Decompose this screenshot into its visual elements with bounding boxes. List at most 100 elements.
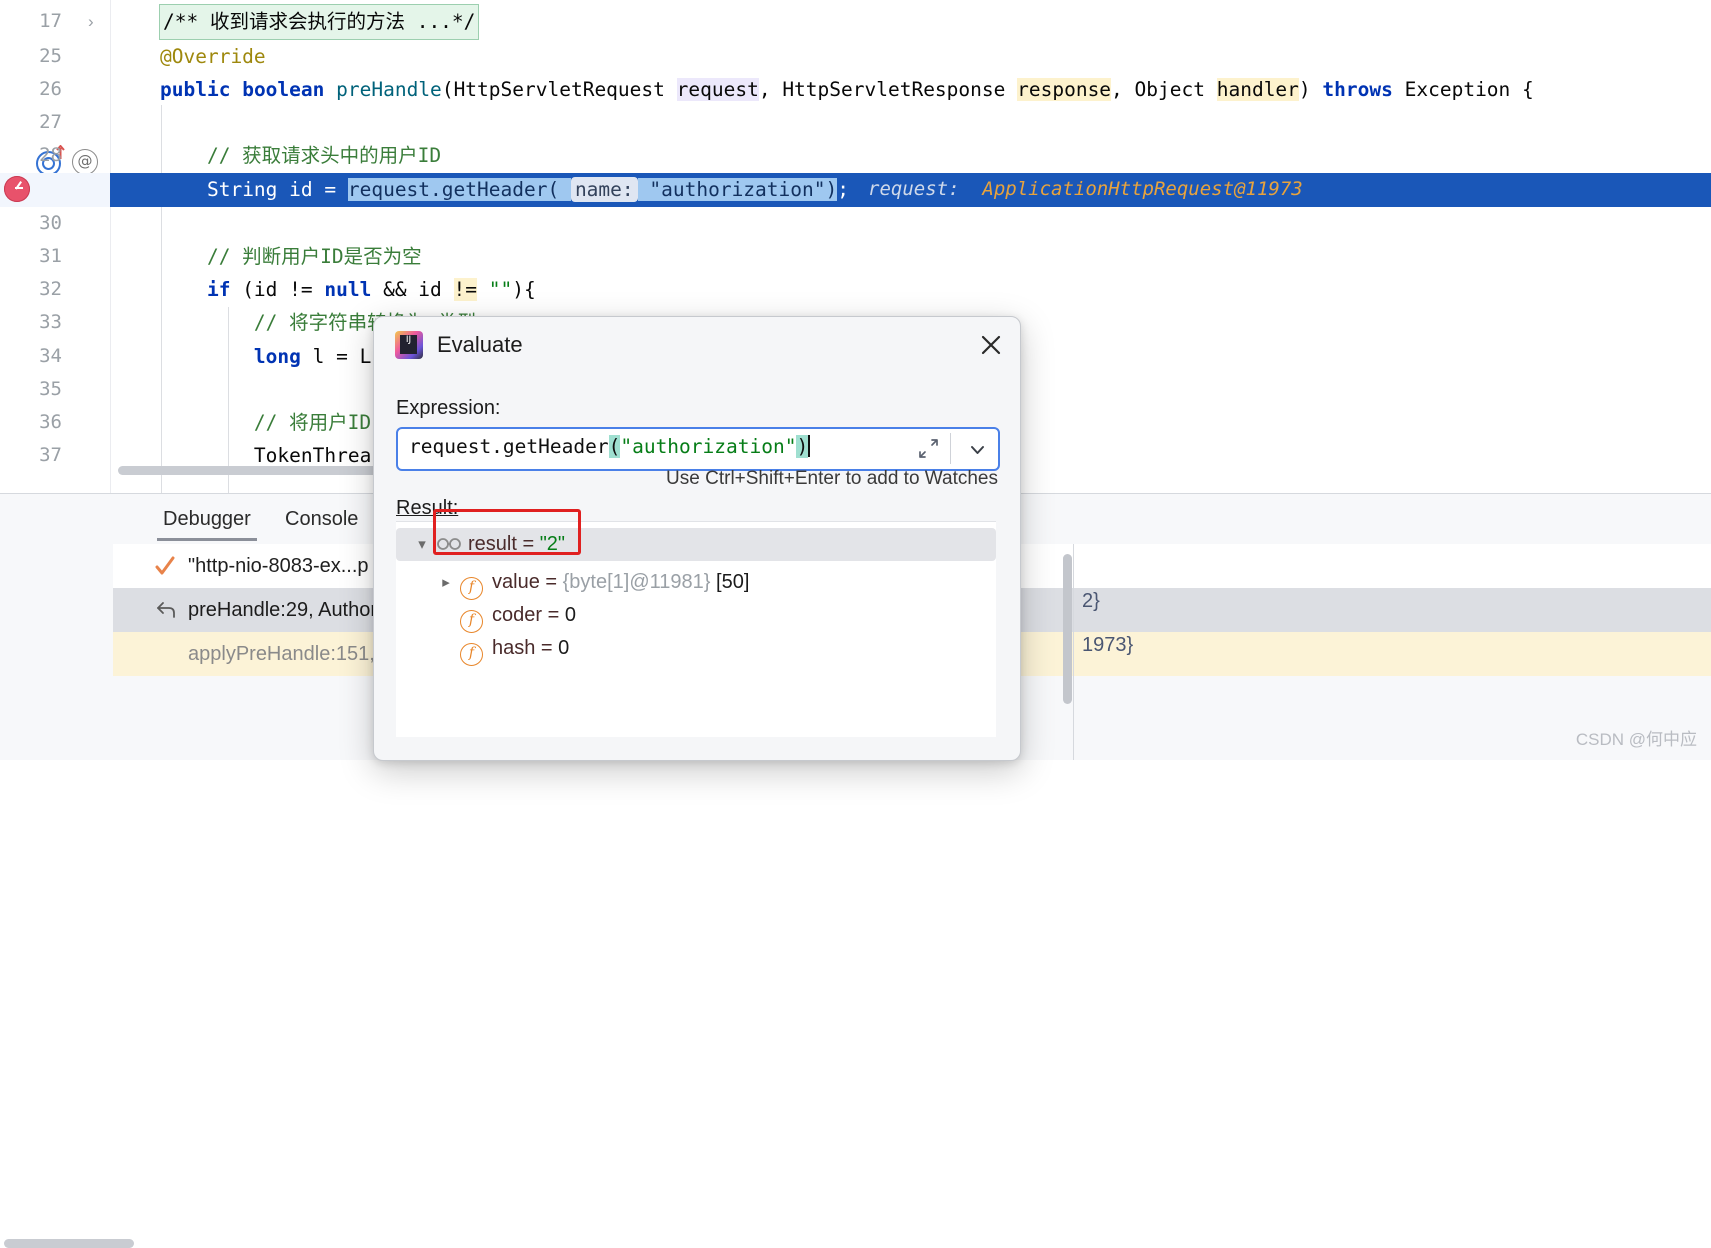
tree-node-coder[interactable]: f coder = 0 [396, 599, 996, 633]
tree-node-result[interactable]: ▾ result = "2" [396, 528, 996, 561]
stack-frame-label: applyPreHandle:151, H [188, 643, 395, 665]
glasses-icon [436, 528, 462, 561]
back-arrow-icon [157, 602, 175, 618]
expression-input[interactable]: request.getHeader("authorization") [396, 427, 1000, 471]
editor-line-28[interactable]: 28 // 获取请求头中的用户ID [0, 139, 1711, 173]
result-label: Result: [396, 497, 458, 520]
editor-line-29-executing[interactable]: String id = request.getHeader( name: "au… [0, 173, 1711, 207]
javadoc-folded-text[interactable]: /** 收到请求会执行的方法 ...*/ [158, 4, 480, 40]
expr-open-paren: ( [608, 435, 621, 458]
param-name-1: request [676, 78, 759, 101]
result-tree[interactable]: ▾ result = "2" ▸ f value = {byte[1]@1198… [396, 521, 996, 737]
line-number: 17 [39, 10, 62, 32]
line-number: 35 [39, 378, 62, 400]
line-number: 32 [39, 278, 62, 300]
intellij-logo-icon: IJ [395, 331, 423, 359]
exec-line-code[interactable]: String id = request.getHeader( name: "au… [160, 173, 849, 207]
field-icon: f [460, 566, 483, 600]
editor-line-30[interactable]: 30 [0, 207, 1711, 241]
expression-text[interactable]: request.getHeader("authorization") [409, 429, 811, 465]
line-number: 34 [39, 345, 62, 367]
param-name-3: handler [1216, 78, 1299, 101]
variable-value-fragment: 2} [1082, 590, 1100, 612]
if-statement: if (id != null && id != ""){ [206, 278, 536, 301]
chevron-expanded-icon[interactable]: ▾ [412, 528, 432, 561]
comment-text: // 将用户ID [160, 411, 372, 434]
fold-chevron-icon[interactable]: › [88, 5, 94, 39]
breakpoint-icon[interactable] [4, 176, 30, 202]
logo-text: IJ [400, 335, 417, 354]
param-name-2: response [1017, 78, 1112, 101]
frames-vertical-scrollbar[interactable] [1063, 554, 1072, 704]
debugger-horizontal-scrollbar[interactable] [4, 1239, 134, 1248]
comment-text: // 判断用户ID是否为空 [160, 245, 422, 268]
node-value: 0 [558, 637, 570, 659]
param-sep-1: , [758, 78, 783, 101]
chevron-collapsed-icon[interactable]: ▸ [436, 566, 456, 599]
evaluate-dialog[interactable]: IJ Evaluate Expression: request.getHeade… [373, 316, 1021, 761]
tab-debugger[interactable]: Debugger [149, 494, 265, 544]
node-value: 0 [564, 604, 576, 626]
watches-hint: Use Ctrl+Shift+Enter to add to Watches [666, 468, 998, 489]
panel-splitter[interactable] [1073, 544, 1074, 760]
exec-selected-call[interactable]: request.getHeader( [347, 178, 560, 201]
watermark: CSDN @何中应 [1575, 730, 1697, 749]
field-icon: f [460, 632, 483, 666]
close-icon[interactable] [974, 328, 1008, 362]
annotation-text: @Override [160, 45, 266, 68]
inline-debug-value[interactable]: request: ApplicationHttpRequest@11973 [868, 173, 1303, 207]
param-type-3: Object [1134, 78, 1205, 101]
inline-value-object: ApplicationHttpRequest@11973 [982, 178, 1303, 200]
param-hint-chip: name: [570, 177, 638, 202]
line-number: 26 [39, 78, 62, 100]
node-value: {byte[1]@11981} [562, 571, 711, 593]
node-suffix: [50] [710, 571, 750, 593]
stack-frame-label: preHandle:29, Authori [188, 599, 382, 621]
node-name: result [468, 533, 517, 555]
editor-line-17[interactable]: 17 › /** 收到请求会执行的方法 ...*/ [0, 4, 1711, 40]
line-number: 27 [39, 111, 62, 133]
tree-node-text: value = {byte[1]@11981} [50] [492, 566, 749, 599]
param-type-2: HttpServletResponse [782, 78, 1006, 101]
dialog-titlebar[interactable]: IJ Evaluate [374, 317, 1020, 372]
paren-open: ( [441, 78, 454, 101]
editor-line-31[interactable]: 31 // 判断用户ID是否为空 [0, 240, 1711, 274]
field-icon: f [460, 599, 483, 633]
tree-node-text: coder = 0 [492, 599, 576, 632]
editor-line-32[interactable]: 32 if (id != null && id != ""){ [0, 273, 1711, 307]
editor-line-27[interactable]: 27 [0, 106, 1711, 140]
chevron-down-icon[interactable] [965, 437, 990, 462]
param-type-1: HttpServletRequest [453, 78, 665, 101]
node-eq: = [535, 637, 559, 659]
editor-line-26[interactable]: 26 @ public boolean preHandle(HttpServle… [0, 73, 1711, 176]
editor-line-25[interactable]: 25 @Override [0, 40, 1711, 74]
result-label-text: Result: [396, 497, 459, 519]
exec-decl: String id = [206, 178, 348, 201]
expression-label: Expression: [396, 397, 501, 419]
node-name: coder [492, 604, 543, 626]
tree-node-value[interactable]: ▸ f value = {byte[1]@11981} [50] [396, 566, 996, 600]
dialog-title: Evaluate [437, 332, 523, 357]
kw-throws: throws [1322, 78, 1393, 101]
thread-label: "http-nio-8083-ex...p [188, 555, 369, 577]
node-value: "2" [539, 533, 566, 555]
debugger-toolbar-left[interactable] [0, 494, 113, 760]
expr-head: request.getHeader [409, 435, 609, 458]
paren-close: ) [1298, 78, 1311, 101]
tab-console[interactable]: Console [271, 494, 372, 544]
kw-public: public [160, 78, 231, 101]
tree-node-text: hash = 0 [492, 632, 569, 665]
line-number: 25 [39, 45, 62, 67]
node-eq: = [539, 571, 563, 593]
method-name: preHandle [336, 78, 442, 101]
param-sep-2: , [1111, 78, 1135, 101]
exec-indent [160, 178, 207, 201]
line-number: 36 [39, 411, 62, 433]
text-caret [808, 435, 811, 457]
inline-value-prefix: request: [868, 178, 960, 200]
expand-editor-icon[interactable] [917, 437, 940, 460]
editor-horizontal-scrollbar[interactable] [118, 466, 408, 475]
node-name: value [492, 571, 540, 593]
brace-open: { [1522, 78, 1534, 101]
tree-node-hash[interactable]: f hash = 0 [396, 632, 996, 666]
